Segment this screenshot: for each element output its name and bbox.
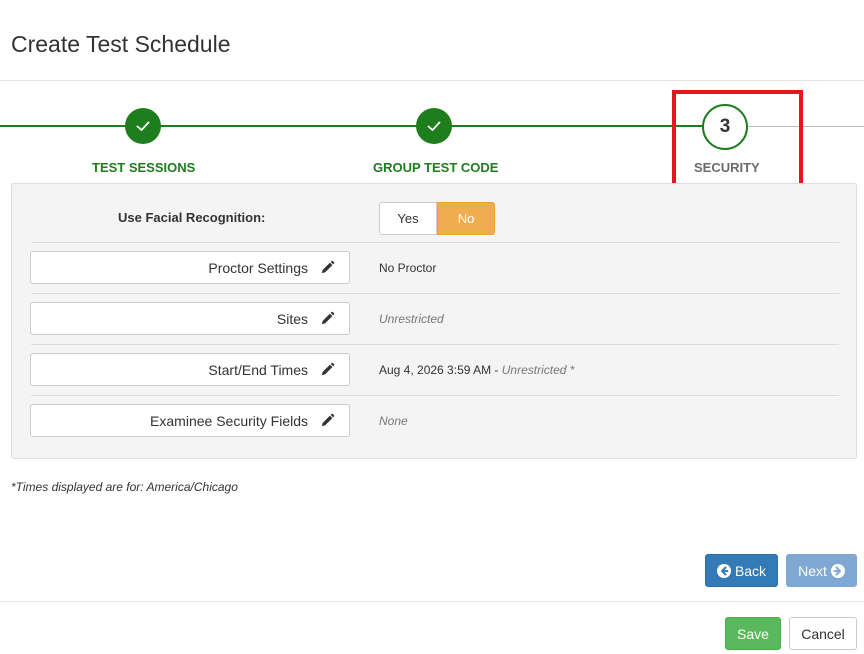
row-divider bbox=[31, 293, 839, 294]
facial-recognition-toggle: Yes No bbox=[379, 202, 495, 235]
time-separator: - bbox=[491, 363, 502, 377]
step-1-label[interactable]: TEST SESSIONS bbox=[92, 160, 195, 175]
arrow-circle-left-icon bbox=[716, 563, 731, 578]
start-end-times-label: Start/End Times bbox=[208, 361, 308, 378]
sites-label: Sites bbox=[276, 310, 308, 327]
stepper-progress-line bbox=[0, 125, 726, 127]
start-end-times-button[interactable]: Start/End Times bbox=[30, 353, 350, 386]
facial-recognition-yes-button[interactable]: Yes bbox=[379, 202, 437, 235]
proctor-settings-value: No Proctor bbox=[379, 261, 437, 275]
row-divider bbox=[31, 242, 839, 243]
page-title: Create Test Schedule bbox=[11, 31, 231, 57]
pencil-icon bbox=[320, 260, 335, 275]
pencil-icon bbox=[320, 311, 335, 326]
examinee-security-fields-value: None bbox=[379, 414, 408, 428]
start-end-times-value: Aug 4, 2026 3:59 AM - Unrestricted * bbox=[379, 363, 574, 377]
facial-recognition-label: Use Facial Recognition: bbox=[118, 210, 266, 225]
step-2-check-icon[interactable] bbox=[416, 108, 452, 144]
start-time: Aug 4, 2026 3:59 AM bbox=[379, 363, 492, 377]
back-button[interactable]: Back bbox=[705, 554, 778, 587]
end-time: Unrestricted bbox=[501, 363, 567, 377]
pencil-icon bbox=[320, 362, 335, 377]
next-button[interactable]: Next bbox=[786, 554, 857, 587]
proctor-settings-button[interactable]: Proctor Settings bbox=[30, 251, 350, 284]
examinee-security-fields-label: Examinee Security Fields bbox=[150, 412, 308, 429]
timezone-note-mark: * bbox=[566, 363, 575, 377]
footer-divider bbox=[0, 601, 864, 602]
back-label: Back bbox=[734, 562, 767, 579]
save-button[interactable]: Save bbox=[725, 617, 781, 650]
timezone-note: *Times displayed are for: America/Chicag… bbox=[11, 480, 238, 494]
next-label: Next bbox=[798, 562, 827, 579]
sites-value: Unrestricted bbox=[379, 312, 444, 326]
header-divider bbox=[0, 80, 864, 81]
examinee-security-fields-button[interactable]: Examinee Security Fields bbox=[30, 404, 350, 437]
row-divider bbox=[31, 395, 839, 396]
step-1-check-icon[interactable] bbox=[125, 108, 161, 144]
row-divider bbox=[31, 344, 839, 345]
security-panel: Use Facial Recognition: Yes No Proctor S… bbox=[11, 183, 857, 459]
arrow-circle-right-icon bbox=[830, 563, 845, 578]
step-2-label[interactable]: GROUP TEST CODE bbox=[373, 160, 498, 175]
proctor-settings-label: Proctor Settings bbox=[208, 259, 308, 276]
cancel-button[interactable]: Cancel bbox=[789, 617, 857, 650]
pencil-icon bbox=[320, 413, 335, 428]
facial-recognition-no-button[interactable]: No bbox=[437, 202, 495, 235]
sites-button[interactable]: Sites bbox=[30, 302, 350, 335]
